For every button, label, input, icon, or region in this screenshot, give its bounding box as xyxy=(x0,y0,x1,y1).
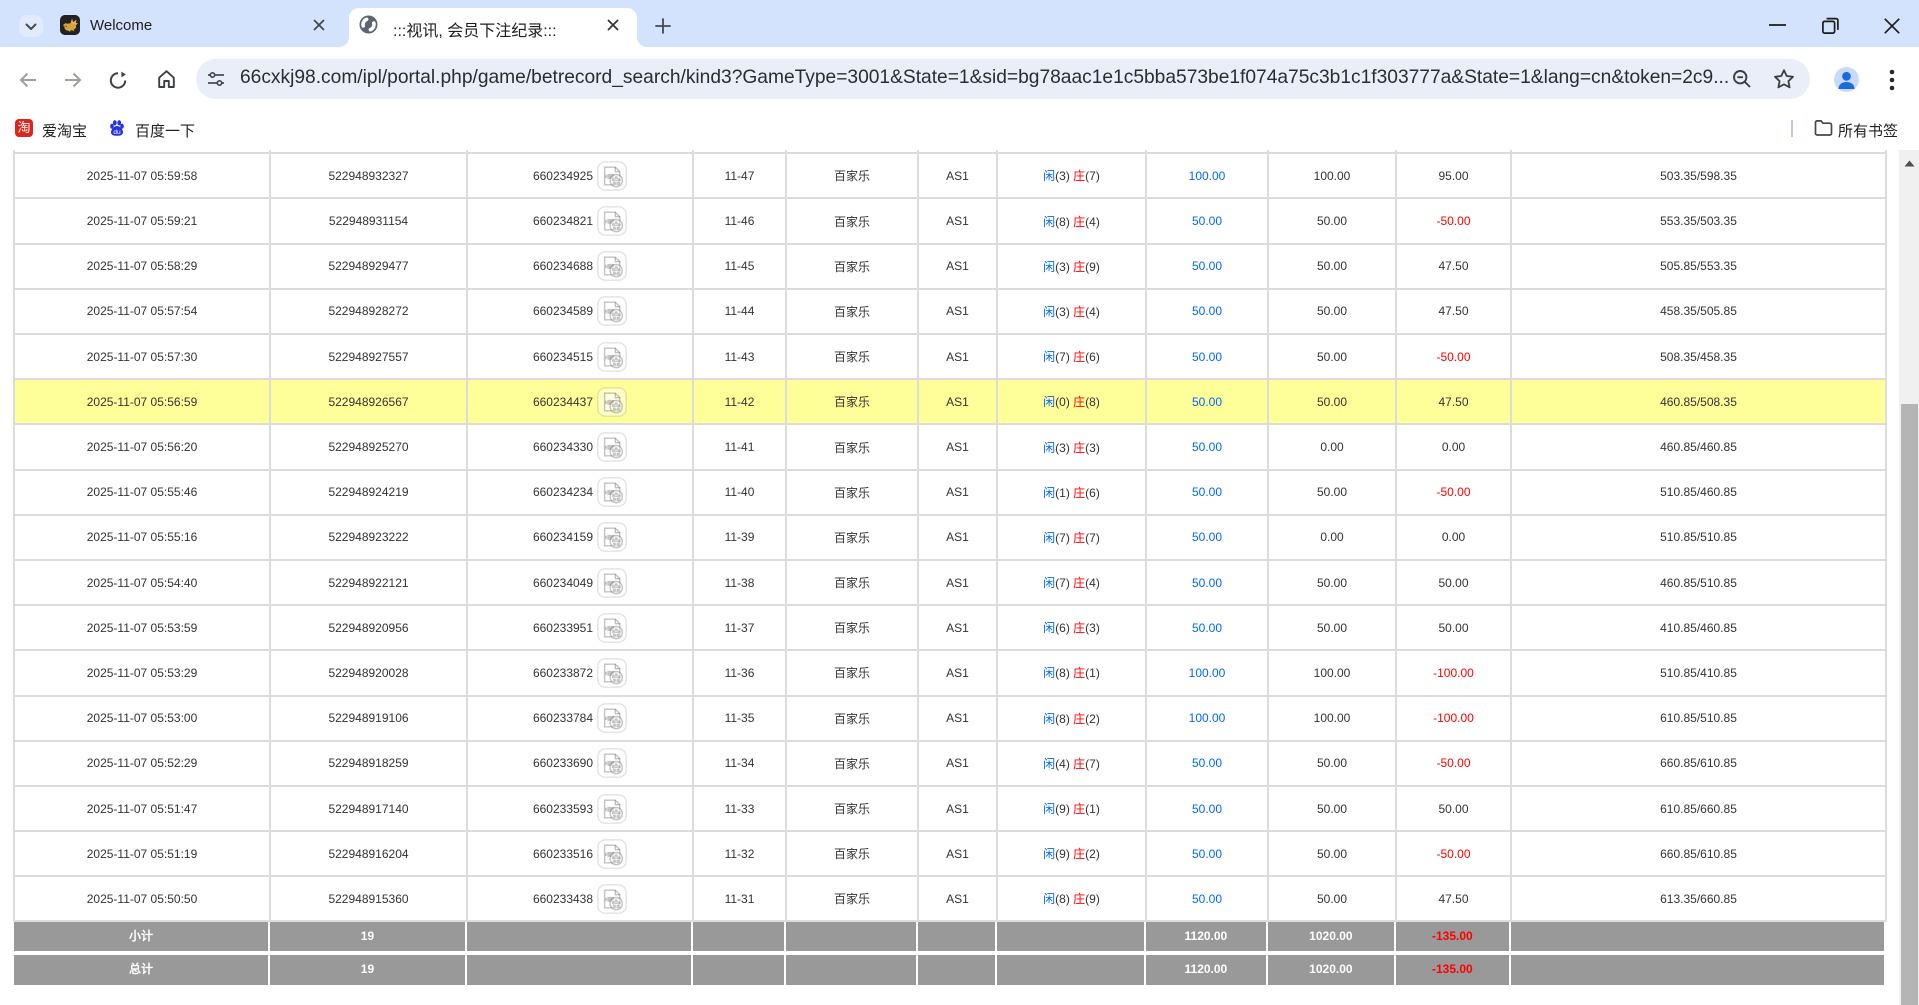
svg-text:du: du xyxy=(113,129,121,136)
